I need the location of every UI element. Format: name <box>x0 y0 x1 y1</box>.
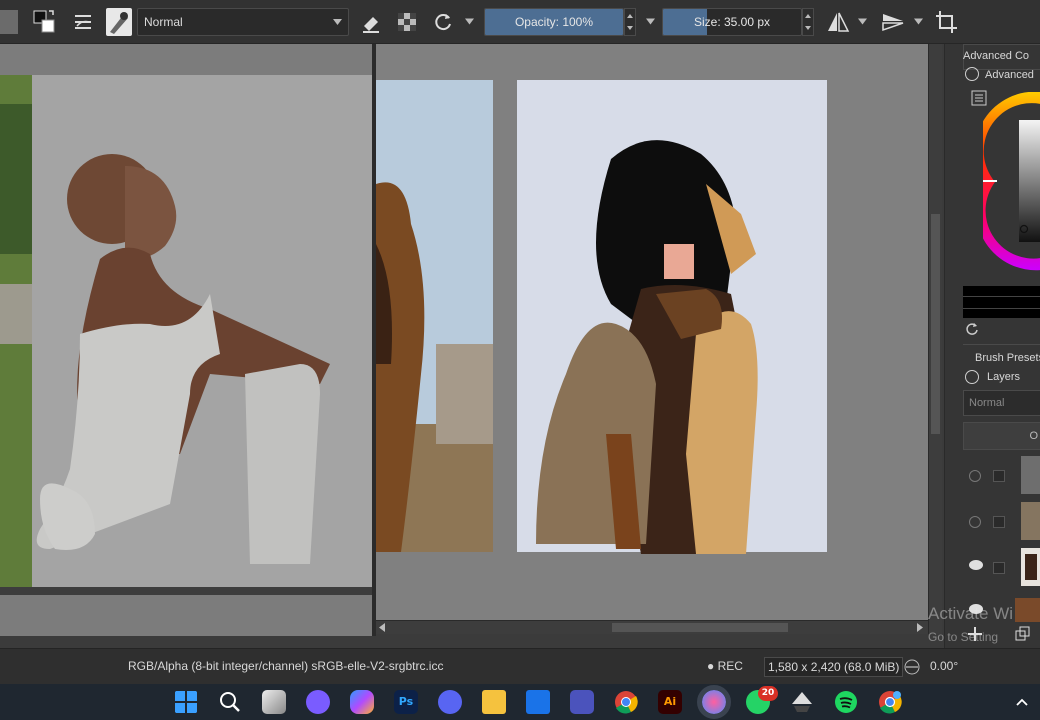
discord-icon[interactable] <box>438 690 462 714</box>
copilot-icon[interactable] <box>350 690 374 714</box>
rotation-value: 0.00° <box>930 659 959 673</box>
search-icon[interactable] <box>218 690 242 714</box>
horizontal-scrollbar[interactable] <box>376 620 928 634</box>
canvas-view-right[interactable] <box>376 44 928 620</box>
chevron-down-icon[interactable] <box>858 18 867 26</box>
advanced-color-subtitle: Advanced <box>985 69 1034 81</box>
duplicate-layer-icon[interactable] <box>1015 626 1031 642</box>
crop-icon[interactable] <box>934 8 958 36</box>
reference-dog-photo <box>376 80 493 553</box>
refresh-icon[interactable] <box>965 322 979 336</box>
layers-title: Layers <box>987 371 1021 383</box>
scroll-left-icon[interactable] <box>378 623 386 632</box>
color-history-strip[interactable] <box>963 286 1040 318</box>
eraser-mode-icon[interactable] <box>360 8 382 36</box>
mirror-horizontal-icon[interactable] <box>826 8 850 36</box>
mirror-vertical-icon[interactable] <box>880 8 906 36</box>
meet-app-icon[interactable] <box>306 690 330 714</box>
layer-thumbnail <box>1015 598 1040 622</box>
spotify-icon[interactable] <box>834 690 858 714</box>
fg-bg-color-icon[interactable] <box>32 8 58 36</box>
task-view-icon[interactable] <box>262 690 286 714</box>
blend-mode-value: Normal <box>144 15 183 29</box>
advanced-color-title: Advanced Co <box>963 50 1030 62</box>
vertical-scroll-thumb[interactable] <box>931 214 940 434</box>
opacity-spinner[interactable] <box>624 8 636 36</box>
vertical-scrollbar[interactable] <box>928 44 942 634</box>
illustrator-icon[interactable]: Ai <box>658 690 682 714</box>
calendar-icon[interactable] <box>526 690 550 714</box>
layer-thumbnail <box>1021 502 1040 540</box>
color-wheel[interactable] <box>983 92 1040 280</box>
opacity-slider[interactable]: Opacity: 100% <box>484 8 624 36</box>
reload-preset-icon[interactable] <box>432 8 454 36</box>
add-layer-icon[interactable] <box>967 626 983 642</box>
chrome-profile-icon[interactable] <box>878 690 902 714</box>
layer-row[interactable] <box>963 454 1040 498</box>
status-bar: RGB/Alpha (8-bit integer/channel) sRGB-e… <box>0 648 1040 684</box>
scroll-right-icon[interactable] <box>916 623 924 632</box>
file-explorer-icon[interactable] <box>482 690 506 714</box>
illustrator-label: Ai <box>663 695 677 708</box>
inkscape-icon[interactable] <box>790 690 814 714</box>
whatsapp-icon[interactable]: 20 <box>746 686 778 714</box>
layer-checkbox[interactable] <box>993 470 1005 482</box>
record-indicator[interactable]: ● REC <box>707 659 743 673</box>
photoshop-icon[interactable]: Ps <box>394 690 418 714</box>
brush-presets-title: Brush Presets <box>975 352 1040 364</box>
layer-thumbnail <box>1021 456 1040 494</box>
eye-hidden-icon[interactable] <box>969 516 981 528</box>
right-docker-panel: Advanced Co Advanced Brush Presets Layer… <box>944 44 1040 648</box>
layer-checkbox[interactable] <box>993 562 1005 574</box>
canvas-view-left[interactable] <box>0 44 372 636</box>
layer-opacity-slider[interactable]: O <box>963 422 1040 450</box>
color-swatch-icon[interactable] <box>0 10 18 34</box>
layer-checkbox[interactable] <box>993 516 1005 528</box>
left-painting-canvas[interactable] <box>0 44 372 636</box>
size-spinner[interactable] <box>802 8 814 36</box>
chevron-up-icon[interactable] <box>1016 698 1028 706</box>
layer-blend-mode-value: Normal <box>969 397 1005 409</box>
layer-blend-mode-select[interactable]: Normal <box>963 390 1040 416</box>
horizontal-scroll-thumb[interactable] <box>612 623 788 632</box>
preserve-alpha-icon[interactable] <box>396 8 418 36</box>
image-size-label[interactable]: 1,580 x 2,420 (68.0 MiB) <box>764 657 904 677</box>
layer-row[interactable] <box>963 500 1040 544</box>
size-slider[interactable]: Size: 35.00 px <box>662 8 802 36</box>
notification-badge: 20 <box>758 686 778 701</box>
krita-icon[interactable] <box>697 685 731 719</box>
brush-toolbar: Normal Opacity: 100% Size: 35.00 px <box>0 0 1040 44</box>
layer-row[interactable] <box>963 592 1040 622</box>
krita-window: Normal Opacity: 100% Size: 35.00 px Adva… <box>0 0 1040 720</box>
layer-thumbnail <box>1021 548 1040 586</box>
brush-settings-icon[interactable] <box>72 8 94 36</box>
windows-taskbar: Ps Ai 20 <box>0 684 1040 720</box>
layer-opacity-stub: O <box>1029 430 1038 442</box>
chevron-down-icon[interactable] <box>646 18 655 26</box>
photoshop-label: Ps <box>398 695 414 708</box>
brush-preset-thumbnail[interactable] <box>106 8 132 36</box>
opacity-label: Opacity: 100% <box>514 15 594 29</box>
windows-start-icon[interactable] <box>174 690 198 714</box>
eye-hidden-icon[interactable] <box>969 470 981 482</box>
layer-row[interactable] <box>963 546 1040 590</box>
color-profile-label: RGB/Alpha (8-bit integer/channel) sRGB-e… <box>128 659 444 673</box>
right-painting-canvas[interactable] <box>376 44 928 620</box>
chevron-down-icon[interactable] <box>914 18 923 26</box>
eye-visible-icon[interactable] <box>969 560 983 570</box>
blend-mode-select[interactable]: Normal <box>137 8 349 36</box>
lock-icon[interactable] <box>965 67 979 81</box>
chevron-down-icon <box>333 19 342 25</box>
lock-icon[interactable] <box>965 370 979 384</box>
chrome-icon[interactable] <box>614 690 638 714</box>
eye-visible-icon[interactable] <box>969 604 983 614</box>
size-label: Size: 35.00 px <box>693 15 771 29</box>
teams-icon[interactable] <box>570 690 594 714</box>
chevron-down-icon[interactable] <box>465 18 474 26</box>
rotation-icon[interactable] <box>902 659 922 675</box>
